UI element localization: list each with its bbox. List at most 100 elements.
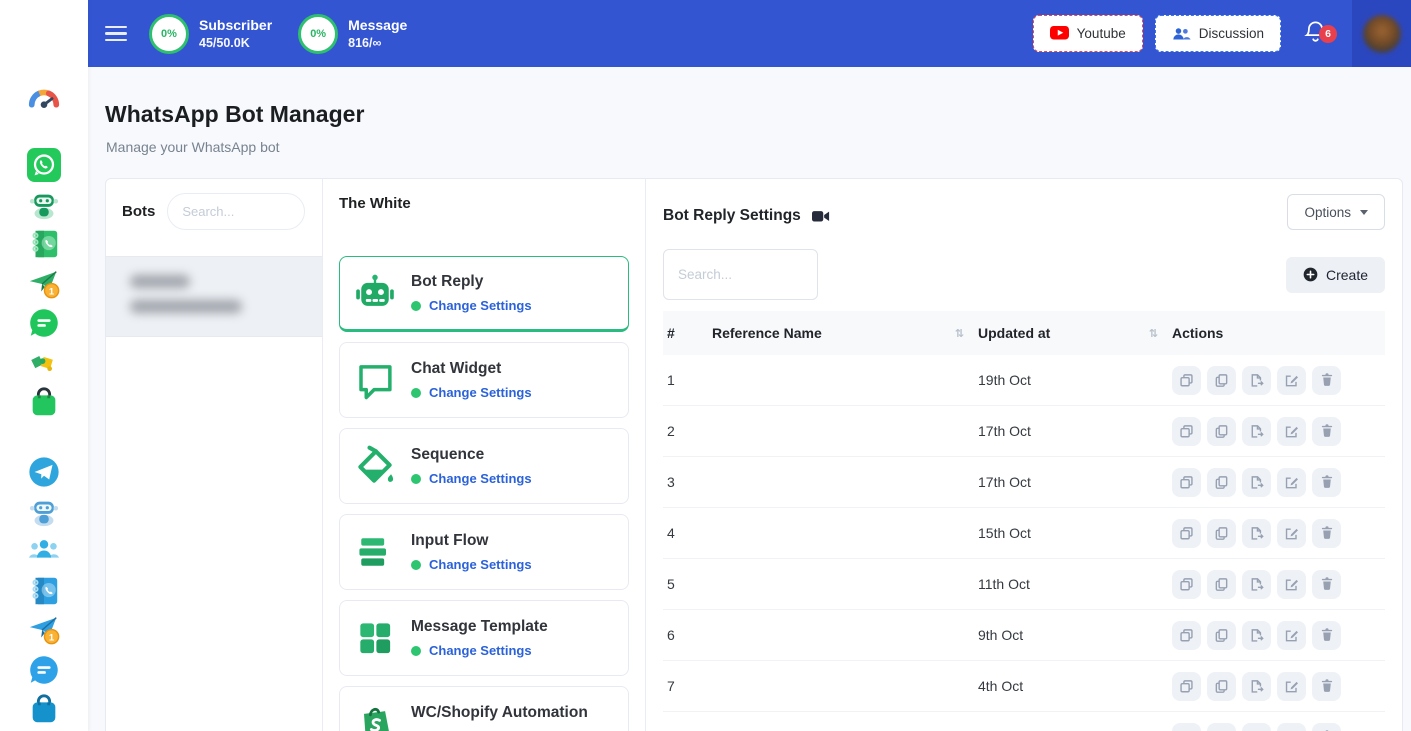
- card-sequence[interactable]: Sequence Change Settings: [339, 428, 629, 504]
- youtube-button[interactable]: Youtube: [1033, 15, 1143, 52]
- trash-icon: [1320, 373, 1334, 387]
- notifications-button[interactable]: 6: [1303, 19, 1328, 49]
- clone-action-button[interactable]: [1172, 672, 1201, 701]
- change-settings-link[interactable]: Change Settings: [429, 298, 532, 313]
- menu-toggle-icon[interactable]: [105, 26, 127, 41]
- telegram-icon[interactable]: [26, 454, 62, 490]
- change-settings-link[interactable]: Change Settings: [429, 471, 532, 486]
- table-row: 7 4th Oct: [663, 661, 1385, 712]
- export-action-button[interactable]: [1242, 366, 1271, 395]
- clone-action-button[interactable]: [1172, 519, 1201, 548]
- col-reference-name[interactable]: Reference Name ⇅: [712, 325, 978, 341]
- sort-icon[interactable]: ⇅: [955, 327, 964, 340]
- whatsapp-integrations-icon[interactable]: [26, 345, 62, 381]
- export-action-button[interactable]: [1242, 621, 1271, 650]
- bots-panel-title: Bots: [122, 203, 155, 220]
- export-action-button[interactable]: [1242, 468, 1271, 497]
- telegram-store-icon[interactable]: [26, 691, 62, 727]
- delete-action-button[interactable]: [1312, 570, 1341, 599]
- whatsapp-chat-icon[interactable]: [26, 306, 62, 342]
- edit-action-button[interactable]: [1277, 468, 1306, 497]
- copy-action-button[interactable]: [1207, 672, 1236, 701]
- dashboard-icon[interactable]: [26, 82, 62, 118]
- change-settings-link[interactable]: Change Settings: [429, 643, 532, 658]
- copy-action-button[interactable]: [1207, 366, 1236, 395]
- edit-action-button[interactable]: [1277, 519, 1306, 548]
- copy-action-button[interactable]: [1207, 570, 1236, 599]
- telegram-contacts-icon[interactable]: [26, 573, 62, 609]
- card-wc-shopify-automation[interactable]: WC/Shopify Automation Change Settings: [339, 686, 629, 731]
- export-action-button[interactable]: [1242, 417, 1271, 446]
- export-action-button[interactable]: [1242, 723, 1271, 731]
- telegram-broadcast-icon[interactable]: 1: [26, 612, 62, 648]
- clone-action-button[interactable]: [1172, 723, 1201, 731]
- copy-action-button[interactable]: [1207, 519, 1236, 548]
- delete-action-button[interactable]: [1312, 468, 1341, 497]
- whatsapp-store-icon[interactable]: [26, 385, 62, 421]
- clone-action-button[interactable]: [1172, 366, 1201, 395]
- delete-action-button[interactable]: [1312, 417, 1341, 446]
- export-action-button[interactable]: [1242, 519, 1271, 548]
- telegram-group-icon[interactable]: [26, 533, 62, 569]
- clone-icon: [1179, 373, 1194, 388]
- video-camera-icon: [812, 210, 830, 223]
- edit-action-button[interactable]: [1277, 723, 1306, 731]
- col-updated-at[interactable]: Updated at ⇅: [978, 325, 1172, 341]
- copy-action-button[interactable]: [1207, 723, 1236, 731]
- options-button[interactable]: Options: [1287, 194, 1385, 230]
- telegram-bot-icon[interactable]: [26, 494, 62, 530]
- delete-action-button[interactable]: [1312, 519, 1341, 548]
- edit-icon: [1284, 475, 1299, 490]
- whatsapp-broadcast-icon[interactable]: 1: [26, 266, 62, 302]
- selected-bot-title: The White: [339, 195, 629, 213]
- card-bot-reply[interactable]: Bot Reply Change Settings: [339, 256, 629, 332]
- sort-icon[interactable]: ⇅: [1149, 327, 1158, 340]
- change-settings-link[interactable]: Change Settings: [429, 385, 532, 400]
- status-dot: [411, 646, 421, 656]
- change-settings-link[interactable]: Change Settings: [429, 557, 532, 572]
- table-search-input[interactable]: [663, 249, 818, 300]
- table-row: 6 9th Oct: [663, 610, 1385, 661]
- whatsapp-contacts-icon[interactable]: [26, 227, 62, 263]
- export-action-button[interactable]: [1242, 570, 1271, 599]
- discussion-people-icon: [1172, 27, 1191, 41]
- discussion-button[interactable]: Discussion: [1155, 15, 1281, 52]
- delete-action-button[interactable]: [1312, 621, 1341, 650]
- export-action-button[interactable]: [1242, 672, 1271, 701]
- user-menu-button[interactable]: [1352, 0, 1411, 67]
- delete-action-button[interactable]: [1312, 723, 1341, 731]
- svg-text:1: 1: [49, 633, 54, 644]
- table-row: 3 17th Oct: [663, 457, 1385, 508]
- clone-icon: [1179, 577, 1194, 592]
- table-row: 8: [663, 712, 1385, 731]
- clone-action-button[interactable]: [1172, 417, 1201, 446]
- whatsapp-icon[interactable]: [26, 148, 62, 184]
- telegram-chat-icon[interactable]: [26, 652, 62, 688]
- card-chat-widget[interactable]: Chat Widget Change Settings: [339, 342, 629, 418]
- page-title: WhatsApp Bot Manager: [105, 101, 364, 128]
- whatsapp-bot-icon[interactable]: [26, 187, 62, 223]
- bots-panel: Bots: [106, 179, 323, 731]
- clone-icon: [1179, 679, 1194, 694]
- edit-action-button[interactable]: [1277, 417, 1306, 446]
- edit-action-button[interactable]: [1277, 570, 1306, 599]
- clone-action-button[interactable]: [1172, 468, 1201, 497]
- clone-action-button[interactable]: [1172, 570, 1201, 599]
- bot-list-item-selected[interactable]: [106, 256, 322, 337]
- card-input-flow[interactable]: Input Flow Change Settings: [339, 514, 629, 590]
- edit-action-button[interactable]: [1277, 366, 1306, 395]
- delete-action-button[interactable]: [1312, 672, 1341, 701]
- clone-icon: [1179, 424, 1194, 439]
- bots-search-input[interactable]: [167, 193, 305, 230]
- edit-action-button[interactable]: [1277, 672, 1306, 701]
- edit-action-button[interactable]: [1277, 621, 1306, 650]
- card-message-template[interactable]: Message Template Change Settings: [339, 600, 629, 676]
- copy-action-button[interactable]: [1207, 621, 1236, 650]
- delete-action-button[interactable]: [1312, 366, 1341, 395]
- copy-action-button[interactable]: [1207, 468, 1236, 497]
- table-header: # Reference Name ⇅ Updated at ⇅ Actions: [663, 311, 1385, 355]
- clone-action-button[interactable]: [1172, 621, 1201, 650]
- create-button[interactable]: Create: [1286, 257, 1385, 293]
- copy-action-button[interactable]: [1207, 417, 1236, 446]
- row-updated-at: 19th Oct: [978, 372, 1172, 388]
